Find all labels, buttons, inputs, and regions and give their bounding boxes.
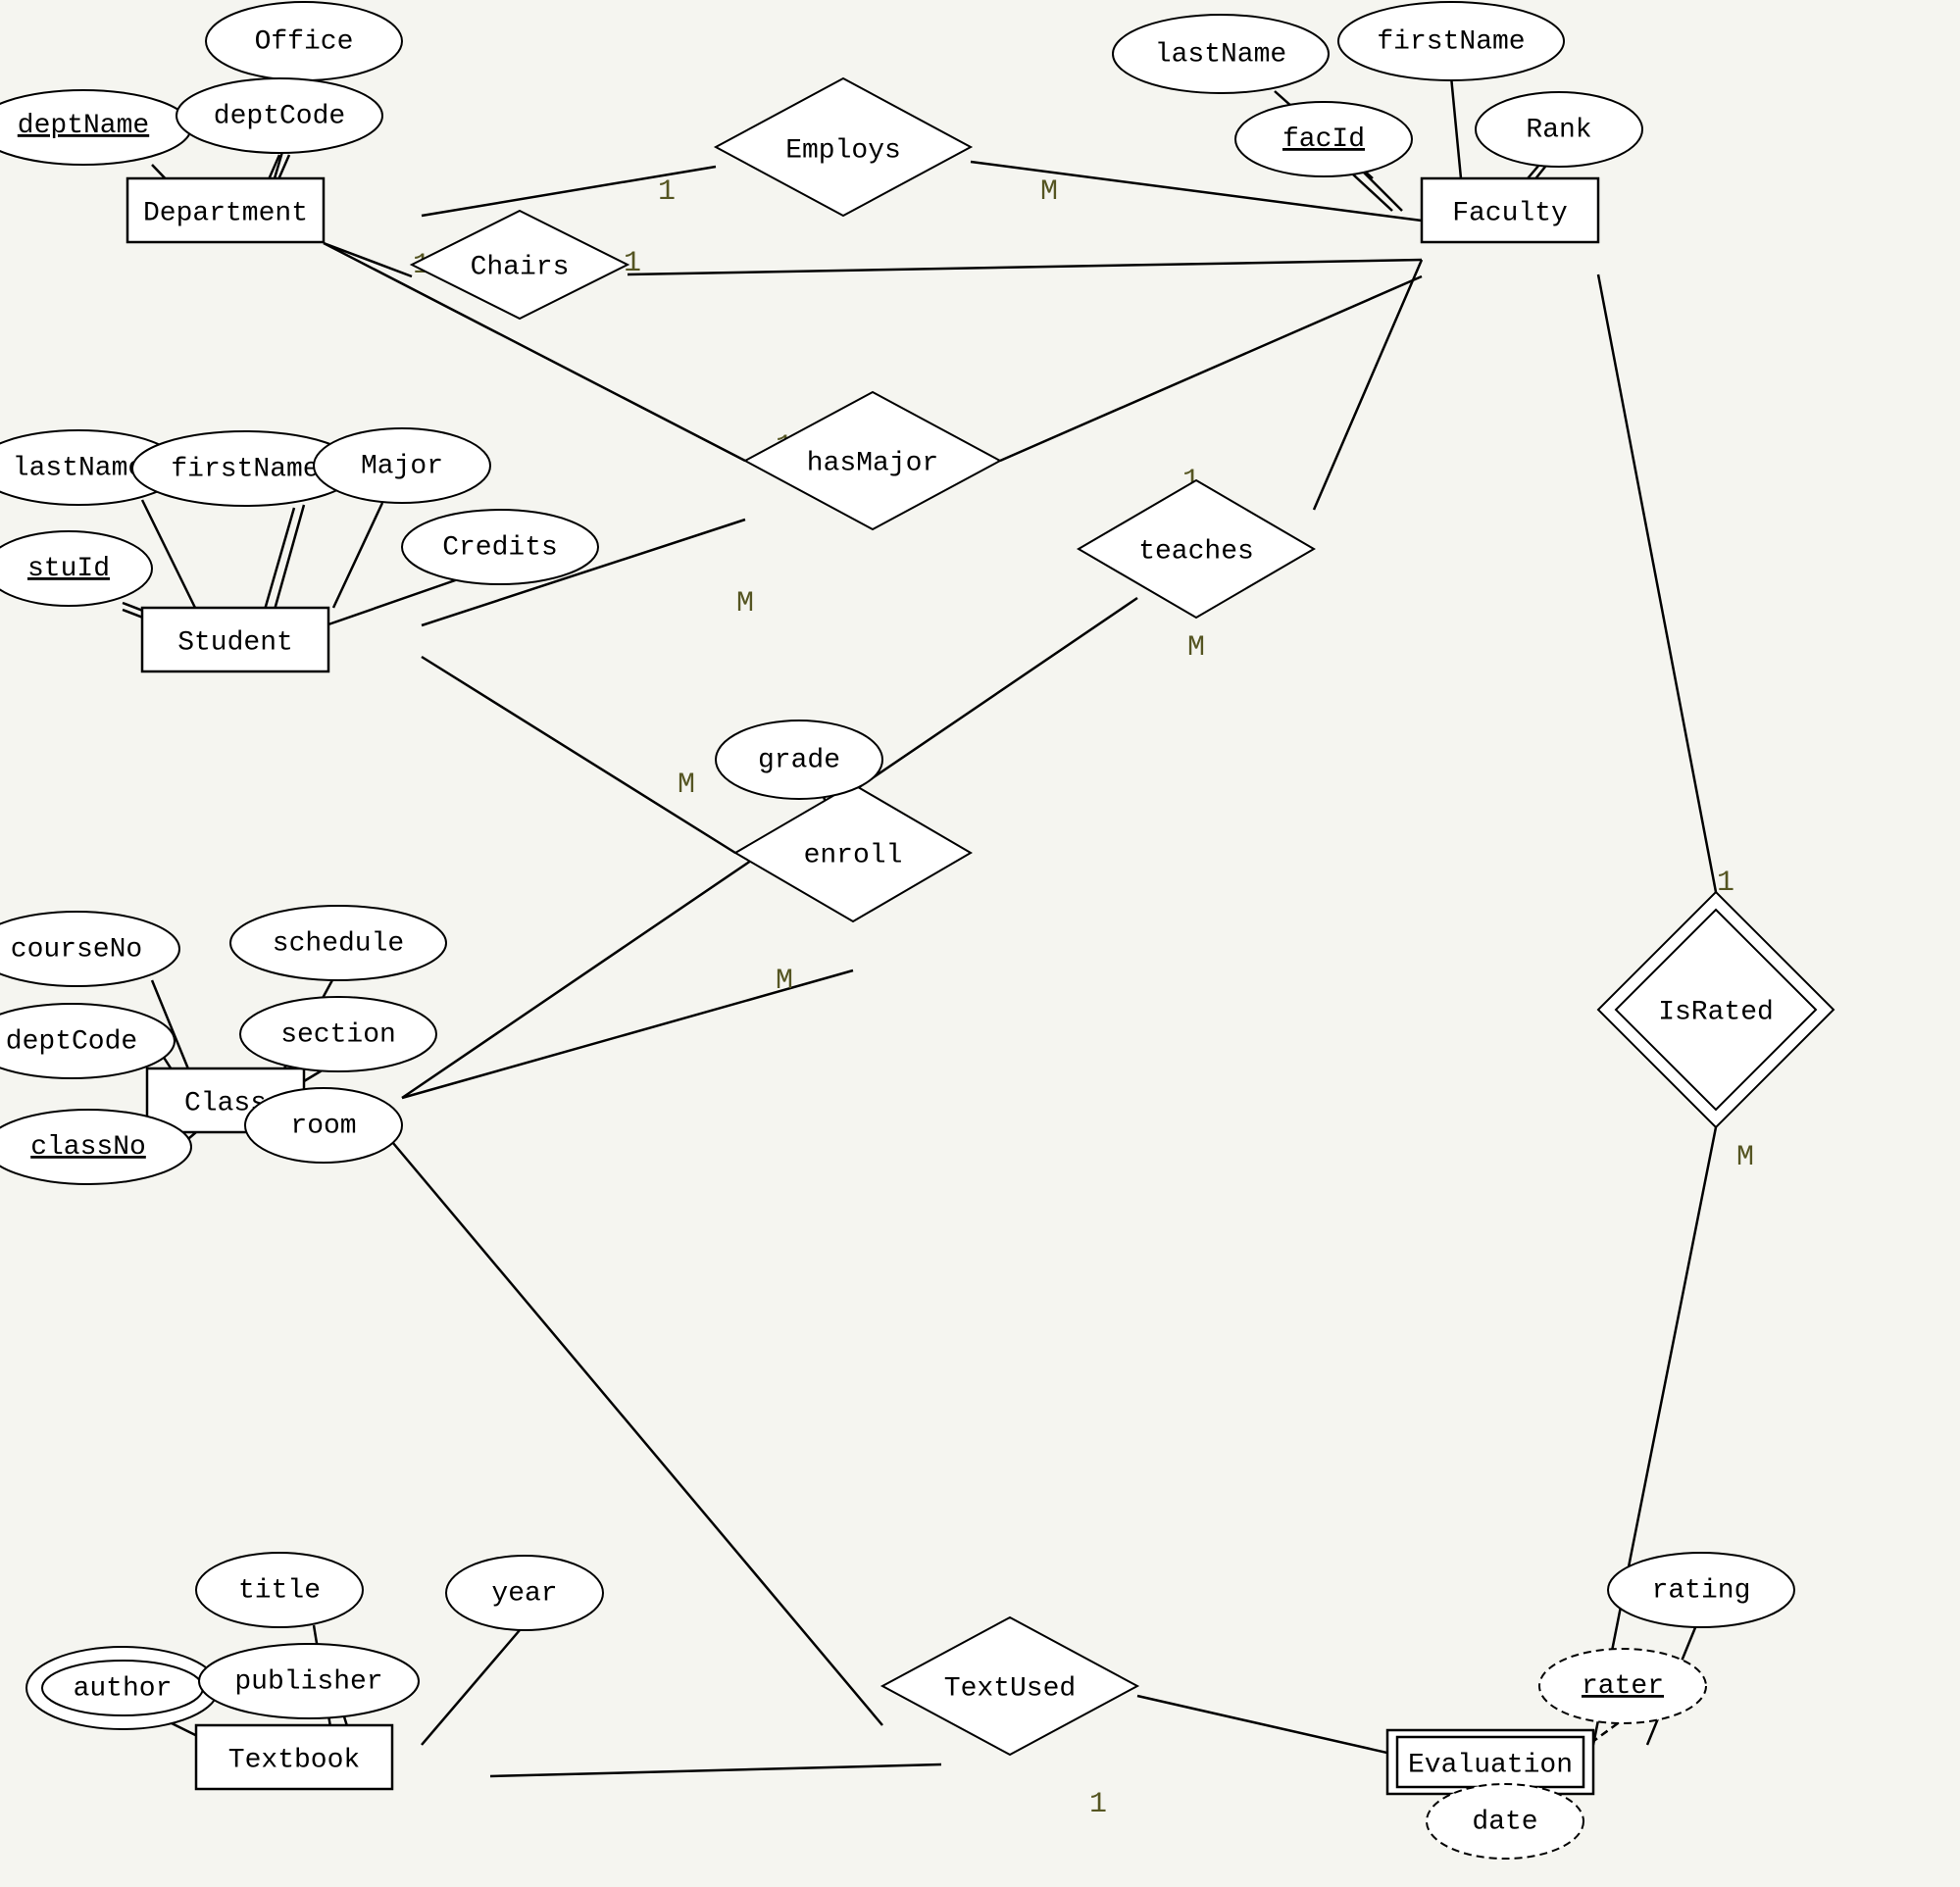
deptname-label: deptName: [18, 111, 149, 141]
credits-label: Credits: [442, 532, 558, 563]
svg-text:M: M: [1187, 631, 1205, 665]
author-label: author: [74, 1673, 173, 1704]
israted-label: IsRated: [1658, 997, 1774, 1027]
chairs-label: Chairs: [471, 252, 570, 282]
stu-firstname-label: firstName: [171, 454, 319, 484]
cls-deptcode-label: deptCode: [6, 1026, 137, 1057]
fac-firstname-label: firstName: [1377, 26, 1525, 57]
svg-text:1: 1: [658, 175, 676, 209]
facid-label: facId: [1282, 124, 1365, 155]
svg-text:1: 1: [1089, 1788, 1107, 1821]
title-label: title: [238, 1575, 321, 1606]
section-label: section: [280, 1019, 396, 1050]
stu-lastname-label: lastName: [13, 453, 144, 483]
deptcode-label: deptCode: [214, 101, 345, 131]
schedule-label: schedule: [273, 928, 404, 959]
courseno-label: courseNo: [11, 934, 142, 965]
fac-lastname-label: lastName: [1155, 39, 1286, 70]
rating-label: rating: [1652, 1575, 1751, 1606]
svg-text:M: M: [1736, 1141, 1754, 1174]
rater-label: rater: [1582, 1671, 1664, 1702]
svg-text:M: M: [678, 769, 695, 802]
major-label: Major: [361, 451, 443, 481]
publisher-label: publisher: [234, 1666, 382, 1697]
hasmajor-label: hasMajor: [807, 448, 938, 478]
room-label: room: [290, 1111, 356, 1141]
svg-text:M: M: [776, 965, 793, 998]
enroll-label: enroll: [804, 840, 903, 870]
svg-text:M: M: [1040, 175, 1058, 209]
svg-text:M: M: [736, 587, 754, 621]
date-label: date: [1472, 1807, 1537, 1837]
employs-label: Employs: [785, 135, 901, 166]
textused-label: TextUsed: [944, 1673, 1076, 1704]
rank-label: Rank: [1526, 115, 1591, 145]
office-label: Office: [255, 26, 354, 57]
textbook-label: Textbook: [228, 1745, 360, 1775]
stuid-label: stuId: [27, 554, 110, 584]
student-label: Student: [177, 627, 293, 658]
faculty-label: Faculty: [1452, 198, 1568, 228]
year-label: year: [491, 1578, 557, 1609]
grade-label: grade: [758, 745, 840, 775]
classno-label: classNo: [30, 1132, 146, 1163]
department-label: Department: [143, 198, 308, 228]
evaluation-label: Evaluation: [1408, 1750, 1573, 1780]
teaches-label: teaches: [1138, 536, 1254, 567]
